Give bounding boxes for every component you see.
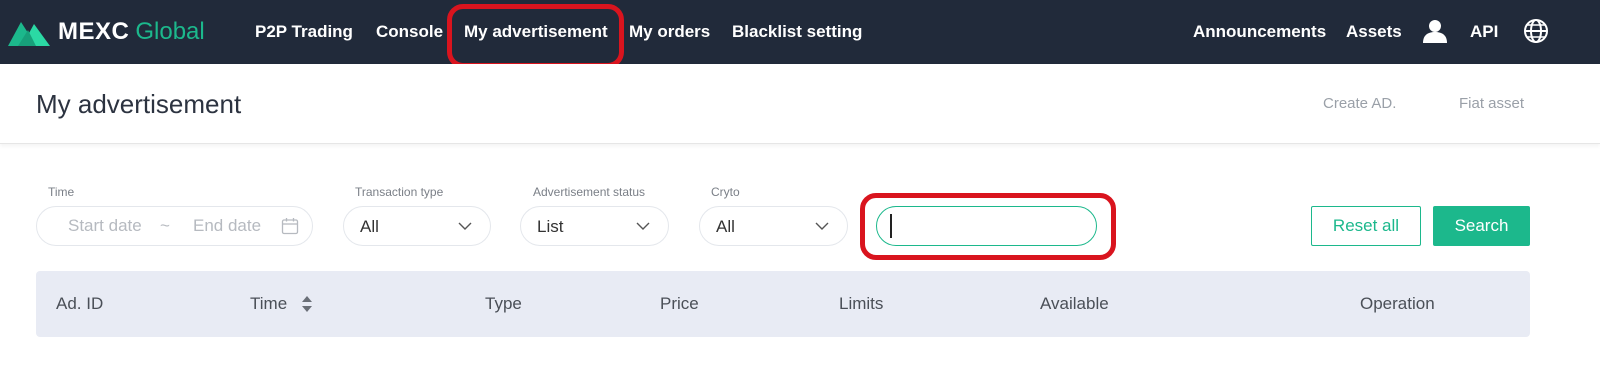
- nav-p2p-trading[interactable]: P2P Trading: [255, 20, 353, 44]
- logo-brand-name: MEXC: [58, 18, 130, 45]
- time-label: Time: [48, 185, 75, 199]
- nav-api[interactable]: API: [1470, 20, 1498, 44]
- reset-all-button[interactable]: Reset all: [1311, 206, 1421, 246]
- crypto-select[interactable]: All: [699, 206, 848, 246]
- nav-announcements[interactable]: Announcements: [1193, 20, 1326, 44]
- advertisement-status-label: Advertisement status: [533, 185, 646, 199]
- chevron-down-icon: [636, 222, 650, 230]
- column-type: Type: [485, 294, 522, 313]
- column-available: Available: [1040, 294, 1109, 313]
- mexc-logo-icon: [8, 22, 50, 46]
- chevron-down-icon: [815, 222, 829, 230]
- advertisement-status-value: List: [537, 217, 564, 236]
- text-cursor: [890, 214, 892, 238]
- mexc-logo[interactable]: MEXC Global: [8, 16, 205, 48]
- column-price: Price: [660, 294, 699, 313]
- fiat-asset-link[interactable]: Fiat asset: [1459, 94, 1524, 114]
- user-icon[interactable]: [1422, 18, 1448, 44]
- create-ad-link[interactable]: Create AD.: [1323, 94, 1396, 114]
- logo-brand-suffix: Global: [135, 18, 205, 45]
- start-date-field[interactable]: Start date: [68, 216, 142, 236]
- nav-my-advertisement[interactable]: My advertisement: [464, 20, 608, 44]
- globe-icon[interactable]: [1523, 18, 1549, 44]
- column-ad-id: Ad. ID: [56, 294, 104, 313]
- nav-assets[interactable]: Assets: [1346, 20, 1402, 44]
- column-time[interactable]: Time: [250, 294, 287, 314]
- ad-id-input[interactable]: [876, 206, 1097, 246]
- column-operation: Operation: [1360, 294, 1435, 313]
- end-date-field[interactable]: End date: [193, 216, 261, 236]
- nav-blacklist-setting[interactable]: Blacklist setting: [732, 20, 862, 44]
- crypto-value: All: [716, 217, 735, 236]
- chevron-down-icon: [458, 222, 472, 230]
- top-nav-bar: MEXC Global P2P Trading Console My adver…: [0, 0, 1600, 64]
- transaction-type-label: Transaction type: [355, 185, 444, 199]
- transaction-type-select[interactable]: All: [343, 206, 491, 246]
- page-title: My advertisement: [36, 89, 242, 119]
- date-separator: ~: [160, 216, 170, 235]
- nav-console[interactable]: Console: [376, 20, 443, 44]
- search-button[interactable]: Search: [1433, 206, 1530, 246]
- transaction-type-value: All: [360, 217, 379, 236]
- column-limits: Limits: [839, 294, 884, 313]
- sort-icon[interactable]: [301, 295, 313, 313]
- crypto-label: Cryto: [711, 185, 740, 199]
- nav-my-orders[interactable]: My orders: [629, 20, 710, 44]
- advertisement-status-select[interactable]: List: [520, 206, 669, 246]
- calendar-icon[interactable]: [281, 217, 299, 235]
